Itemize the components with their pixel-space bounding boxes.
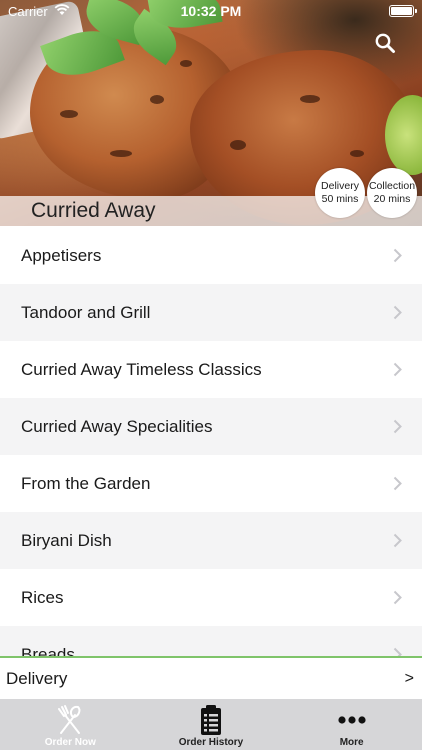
tab-more[interactable]: More (281, 699, 422, 750)
category-label: Breads (21, 644, 75, 657)
wifi-icon (54, 3, 70, 19)
category-label: Curried Away Timeless Classics (21, 359, 262, 379)
carrier-label: Carrier (8, 3, 48, 19)
tab-label: More (339, 737, 364, 748)
chevron-right-icon (393, 590, 402, 605)
chevron-right-icon (393, 647, 402, 656)
delivery-badge-time: 50 mins (321, 193, 359, 205)
delivery-mode-arrow: > (404, 669, 414, 687)
category-label: Biryani Dish (21, 530, 112, 550)
delivery-mode-label: Delivery (6, 668, 68, 688)
chevron-right-icon (393, 362, 402, 377)
collection-badge-label: Collection (368, 180, 416, 192)
chevron-right-icon (393, 533, 402, 548)
category-label: Tandoor and Grill (21, 302, 151, 322)
clipboard-list-icon (199, 703, 223, 737)
category-row-tandoor-and-grill[interactable]: Tandoor and Grill (0, 284, 422, 341)
category-row-biryani-dish[interactable]: Biryani Dish (0, 512, 422, 569)
more-dots-icon (337, 703, 367, 737)
tab-label: Order Now (44, 737, 96, 748)
collection-time-badge: Collection 20 mins (367, 168, 417, 218)
status-bar: Carrier 10:32 PM (0, 0, 422, 22)
category-row-from-the-garden[interactable]: From the Garden (0, 455, 422, 512)
tab-order-now[interactable]: Order Now (0, 699, 141, 750)
delivery-mode-bar[interactable]: Delivery > (0, 656, 422, 699)
category-list: Appetisers Tandoor and Grill Curried Awa… (0, 227, 422, 656)
tab-bar: Order Now Order History More (0, 699, 422, 750)
collection-badge-time: 20 mins (373, 193, 411, 205)
category-label: From the Garden (21, 473, 151, 493)
chevron-right-icon (393, 476, 402, 491)
category-row-timeless-classics[interactable]: Curried Away Timeless Classics (0, 341, 422, 398)
category-row-rices[interactable]: Rices (0, 569, 422, 626)
chevron-right-icon (393, 248, 402, 263)
restaurant-name: Curried Away (31, 199, 156, 222)
category-label: Curried Away Specialities (21, 416, 213, 436)
chevron-right-icon (393, 419, 402, 434)
delivery-badge-label: Delivery (321, 180, 359, 192)
category-row-breads[interactable]: Breads (0, 626, 422, 656)
category-row-specialities[interactable]: Curried Away Specialities (0, 398, 422, 455)
delivery-time-badge: Delivery 50 mins (315, 168, 365, 218)
tab-order-history[interactable]: Order History (141, 699, 282, 750)
chevron-right-icon (393, 305, 402, 320)
category-label: Rices (21, 587, 64, 607)
category-label: Appetisers (21, 245, 102, 265)
search-icon[interactable] (374, 32, 396, 54)
tab-label: Order History (178, 737, 244, 748)
battery-icon (389, 5, 417, 17)
fork-knife-icon (53, 703, 87, 737)
category-row-appetisers[interactable]: Appetisers (0, 227, 422, 284)
